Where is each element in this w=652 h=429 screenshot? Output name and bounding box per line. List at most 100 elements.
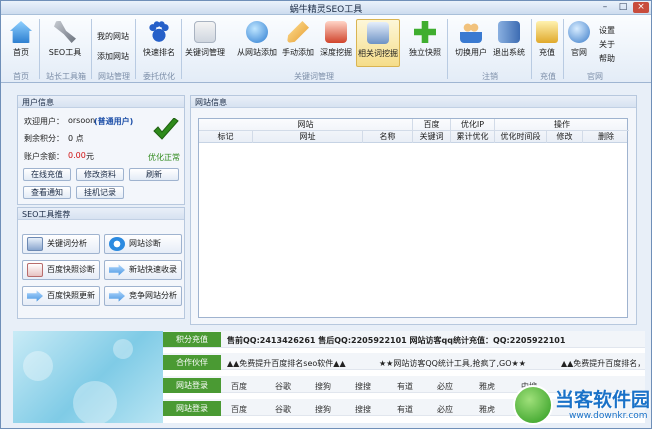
pencil-add-icon bbox=[287, 21, 309, 43]
partners-tag[interactable]: 合作伙伴 bbox=[163, 355, 221, 370]
tool-label: 百度快照更新 bbox=[47, 291, 95, 300]
link-bing[interactable]: 必应 bbox=[437, 381, 453, 392]
balance-value: 0.00 bbox=[68, 151, 86, 160]
add-site-button[interactable]: 添加网站 bbox=[97, 51, 129, 62]
marquee-item-1[interactable]: ▲▲免费提升百度排名seo软件▲▲ bbox=[227, 358, 346, 369]
user-info-panel: 用户信息 欢迎用户： orsoon (普通用户) 剩余积分： 0 点 账户余额：… bbox=[17, 95, 185, 205]
link-youdao[interactable]: 有道 bbox=[397, 381, 413, 392]
network-icon bbox=[367, 22, 389, 44]
maximize-button[interactable]: □ bbox=[615, 2, 631, 13]
watermark-name: 当客软件园 bbox=[555, 389, 651, 411]
view-notice-button[interactable]: 查看通知 bbox=[23, 186, 71, 199]
link-sogou[interactable]: 搜狗 bbox=[315, 381, 331, 392]
group-label-kw-mgmt: 关键词管理 bbox=[294, 72, 334, 81]
tool-label: 竞争网站分析 bbox=[129, 291, 177, 300]
refresh-button[interactable]: 刷新 bbox=[129, 168, 179, 181]
marquee-item-3[interactable]: ▲▲免费提升百度排名， bbox=[561, 358, 645, 369]
settings-button[interactable]: 设置 bbox=[599, 25, 615, 36]
recharge-button[interactable]: 充值 bbox=[535, 19, 559, 67]
decor-bubble bbox=[73, 381, 117, 423]
col-mark[interactable]: 标记 bbox=[199, 131, 253, 143]
related-mine-button[interactable]: 相关词挖掘 bbox=[356, 19, 400, 67]
baidu-paw-icon bbox=[148, 21, 170, 43]
official-site-label: 官网 bbox=[571, 48, 587, 57]
ie-icon bbox=[109, 237, 125, 251]
points-value: 0 点 bbox=[68, 134, 84, 143]
group-header-baidu: 百度 bbox=[413, 119, 451, 131]
help-button[interactable]: 帮助 bbox=[599, 53, 615, 64]
group-label-home: 首页 bbox=[13, 72, 29, 81]
globe-icon bbox=[568, 21, 590, 43]
deep-mine-label: 深度挖掘 bbox=[320, 48, 352, 57]
edit-profile-button[interactable]: 修改资料 bbox=[76, 168, 124, 181]
independent-snapshot-button[interactable]: 独立快照 bbox=[407, 19, 443, 67]
online-recharge-button[interactable]: 在线充值 bbox=[23, 168, 71, 181]
site-login-tag-1[interactable]: 网站登录 bbox=[163, 378, 221, 393]
hang-log-button[interactable]: 挂机记录 bbox=[76, 186, 124, 199]
link-bing[interactable]: 必应 bbox=[437, 404, 453, 415]
user-type: (普通用户) bbox=[94, 117, 134, 126]
logout-button[interactable]: 退出系统 bbox=[491, 19, 527, 67]
quick-rank-button[interactable]: 快速排名 bbox=[139, 19, 179, 67]
link-yahoo[interactable]: 雅虎 bbox=[479, 404, 495, 415]
competitor-analysis-button[interactable]: 竞争网站分析 bbox=[104, 286, 182, 306]
keyword-analysis-button[interactable]: 关键词分析 bbox=[22, 234, 100, 254]
points-recharge-tag[interactable]: 积分充值 bbox=[163, 332, 221, 347]
my-sites-button[interactable]: 我的网站 bbox=[97, 31, 129, 42]
col-edit[interactable]: 修改 bbox=[547, 131, 583, 143]
status-text: 优化正常 bbox=[148, 153, 180, 162]
contact-line: 售前QQ:2413426261 售后QQ:2205922101 网站访客qq统计… bbox=[227, 336, 566, 345]
snapshot-update-button[interactable]: 百度快照更新 bbox=[22, 286, 100, 306]
link-google[interactable]: 谷歌 bbox=[275, 404, 291, 415]
link-google[interactable]: 谷歌 bbox=[275, 381, 291, 392]
tool-label: 关键词分析 bbox=[47, 239, 87, 248]
about-button[interactable]: 关于 bbox=[599, 39, 615, 50]
col-opt-period[interactable]: 优化时间段 bbox=[495, 131, 547, 143]
green-plus-icon bbox=[414, 21, 436, 43]
deep-mine-button[interactable]: 深度挖掘 bbox=[319, 19, 353, 67]
seo-tool-label: SEO工具 bbox=[48, 48, 82, 57]
link-soso[interactable]: 搜搜 bbox=[355, 404, 371, 415]
close-button[interactable]: × bbox=[633, 2, 649, 13]
site-login-tag-2[interactable]: 网站登录 bbox=[163, 401, 221, 416]
link-yahoo[interactable]: 雅虎 bbox=[479, 381, 495, 392]
downkr-logo-icon bbox=[513, 385, 553, 425]
mining-icon bbox=[325, 21, 347, 43]
from-site-add-button[interactable]: 从网站添加 bbox=[235, 19, 279, 67]
site-diagnose-button[interactable]: 网站诊断 bbox=[104, 234, 182, 254]
link-youdao[interactable]: 有道 bbox=[397, 404, 413, 415]
decor-bubble bbox=[23, 351, 53, 381]
separator bbox=[39, 19, 40, 79]
link-baidu[interactable]: 百度 bbox=[231, 404, 247, 415]
seo-tool-button[interactable]: SEO工具 bbox=[45, 19, 85, 67]
col-keyword[interactable]: 关键词 bbox=[413, 131, 451, 143]
keyword-mgmt-button[interactable]: 关键词管理 bbox=[183, 19, 227, 67]
group-label-toolbox: 站长工具箱 bbox=[46, 72, 86, 81]
window-title: 蜗牛精灵SEO工具 bbox=[289, 5, 363, 15]
tools-icon bbox=[54, 21, 76, 43]
link-soso[interactable]: 搜搜 bbox=[355, 381, 371, 392]
link-baidu[interactable]: 百度 bbox=[231, 381, 247, 392]
col-delete[interactable]: 删除 bbox=[583, 131, 629, 143]
official-site-button[interactable]: 官网 bbox=[567, 19, 591, 67]
snapshot-diagnose-button[interactable]: 百度快照诊断 bbox=[22, 260, 100, 280]
switch-user-button[interactable]: 切换用户 bbox=[453, 19, 489, 67]
title-bar: 蜗牛精灵SEO工具 – □ × bbox=[1, 1, 651, 15]
link-sogou[interactable]: 搜狗 bbox=[315, 404, 331, 415]
from-site-add-label: 从网站添加 bbox=[237, 48, 277, 57]
col-url[interactable]: 网址 bbox=[253, 131, 363, 143]
home-button[interactable]: 首页 bbox=[7, 19, 35, 67]
col-total-opt[interactable]: 累计优化 bbox=[451, 131, 495, 143]
manual-add-button[interactable]: 手动添加 bbox=[281, 19, 315, 67]
site-table[interactable]: 网站 百度 优化IP 操作 标记 网址 名称 关键词 累计优化 优化时间段 修改… bbox=[198, 118, 629, 318]
new-site-index-button[interactable]: 新站快速收录 bbox=[104, 260, 182, 280]
tool-label: 网站诊断 bbox=[129, 239, 161, 248]
group-header-opt-ip: 优化IP bbox=[451, 119, 495, 131]
home-label: 首页 bbox=[13, 48, 29, 57]
table-header: 网站 百度 优化IP 操作 标记 网址 名称 关键词 累计优化 优化时间段 修改… bbox=[199, 119, 629, 143]
marquee-item-2[interactable]: ★★网站访客QQ统计工具,抢疯了,GO★★ bbox=[379, 358, 526, 369]
col-name[interactable]: 名称 bbox=[363, 131, 413, 143]
minimize-button[interactable]: – bbox=[597, 2, 613, 13]
separator bbox=[447, 19, 448, 79]
arrows-icon bbox=[27, 290, 43, 302]
